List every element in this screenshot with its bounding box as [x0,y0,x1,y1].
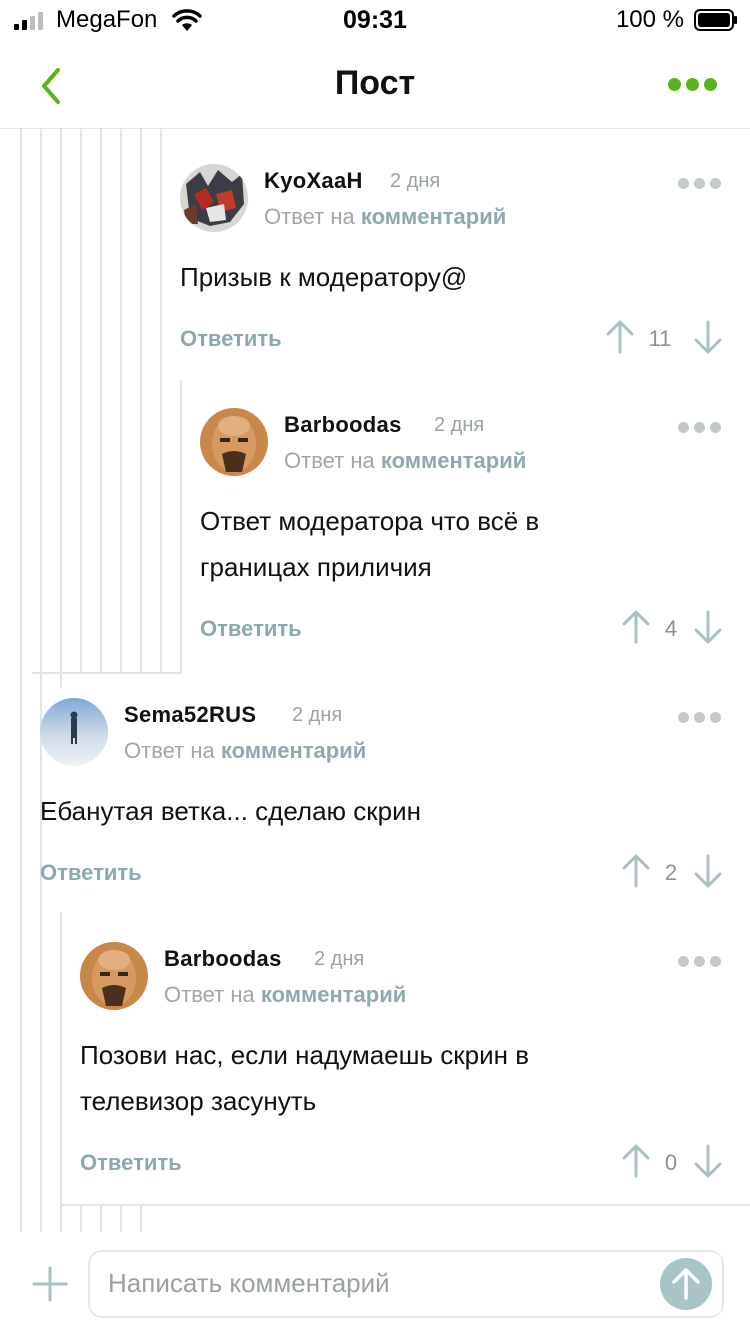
avatar[interactable] [180,164,248,232]
reply-to: Ответ на комментарий [124,738,367,763]
comment-composer: Написать комментарий [0,1232,750,1334]
comment-input[interactable]: Написать комментарий [88,1250,724,1318]
comment-text: Ебанутая ветка... сделаю скрин [40,796,421,826]
downvote-arrow-icon[interactable] [690,1144,726,1180]
comment-author[interactable]: Barboodas [284,412,402,438]
more-options-icon[interactable] [668,78,718,92]
vote-score: 4 [664,616,678,641]
comment-date: 2 дня [434,414,485,436]
reply-button[interactable]: Ответить [200,616,302,642]
page-title: Пост [334,64,416,102]
comment-input-placeholder: Написать комментарий [108,1268,390,1298]
comment-text-line: телевизор засунуть [80,1086,317,1116]
downvote-arrow-icon[interactable] [690,854,726,890]
comment-author[interactable]: KyoXaaH [264,168,363,194]
comment-more-icon[interactable] [678,178,722,190]
battery-icon [694,9,737,31]
upvote-arrow-icon[interactable] [618,608,654,644]
vote-score: 11 [648,326,672,351]
comment-more-icon[interactable] [678,422,722,434]
send-arrow-icon [672,1268,700,1300]
reply-to: Ответ на комментарий [264,204,507,229]
status-bar: MegaFon 09:31 100 % [0,0,750,44]
vote-score: 0 [664,1150,678,1175]
comment: Sema52RUS 2 дня Ответ на комментарий Еба… [40,698,728,898]
comment-text-line: Ответ модератора что всё в [200,506,540,536]
comment-more-icon[interactable] [678,712,722,724]
comment-author[interactable]: Sema52RUS [124,702,256,728]
upvote-arrow-icon[interactable] [618,1142,654,1178]
reply-to: Ответ на комментарий [284,448,527,473]
reply-to: Ответ на комментарий [164,982,407,1007]
reply-to-link[interactable]: комментарий [361,204,506,229]
comment-date: 2 дня [390,170,441,192]
reply-to-link[interactable]: комментарий [221,738,366,763]
send-button[interactable] [660,1258,712,1310]
avatar[interactable] [200,408,268,476]
nav-bar: Пост [0,44,750,129]
downvote-arrow-icon[interactable] [690,610,726,646]
avatar[interactable] [40,698,108,766]
comment-text-line: Позови нас, если надумаешь скрин в [80,1040,530,1070]
comment-date: 2 дня [292,704,343,726]
battery-percent: 100 % [615,6,684,33]
reply-button[interactable]: Ответить [40,860,142,886]
reply-button[interactable]: Ответить [80,1150,182,1176]
comment-text-line: границах приличия [200,552,432,582]
upvote-arrow-icon[interactable] [602,318,638,354]
reply-button[interactable]: Ответить [180,326,282,352]
upvote-arrow-icon[interactable] [618,852,654,888]
avatar[interactable] [80,942,148,1010]
comment: Barboodas 2 дня Ответ на комментарий Отв… [200,408,728,652]
vote-score: 2 [664,860,678,885]
comment-date: 2 дня [314,948,365,970]
comment: Barboodas 2 дня Ответ на комментарий Поз… [80,942,728,1186]
reply-to-link[interactable]: комментарий [261,982,406,1007]
downvote-arrow-icon[interactable] [690,320,726,356]
comment-author[interactable]: Barboodas [164,946,282,972]
add-attachment-icon[interactable] [32,1266,68,1302]
comment-more-icon[interactable] [678,956,722,968]
comment: KyoXaaH 2 дня Ответ на комментарий Призы… [180,164,728,364]
comment-text: Призыв к модератору@ [180,262,468,292]
reply-to-link[interactable]: комментарий [381,448,526,473]
